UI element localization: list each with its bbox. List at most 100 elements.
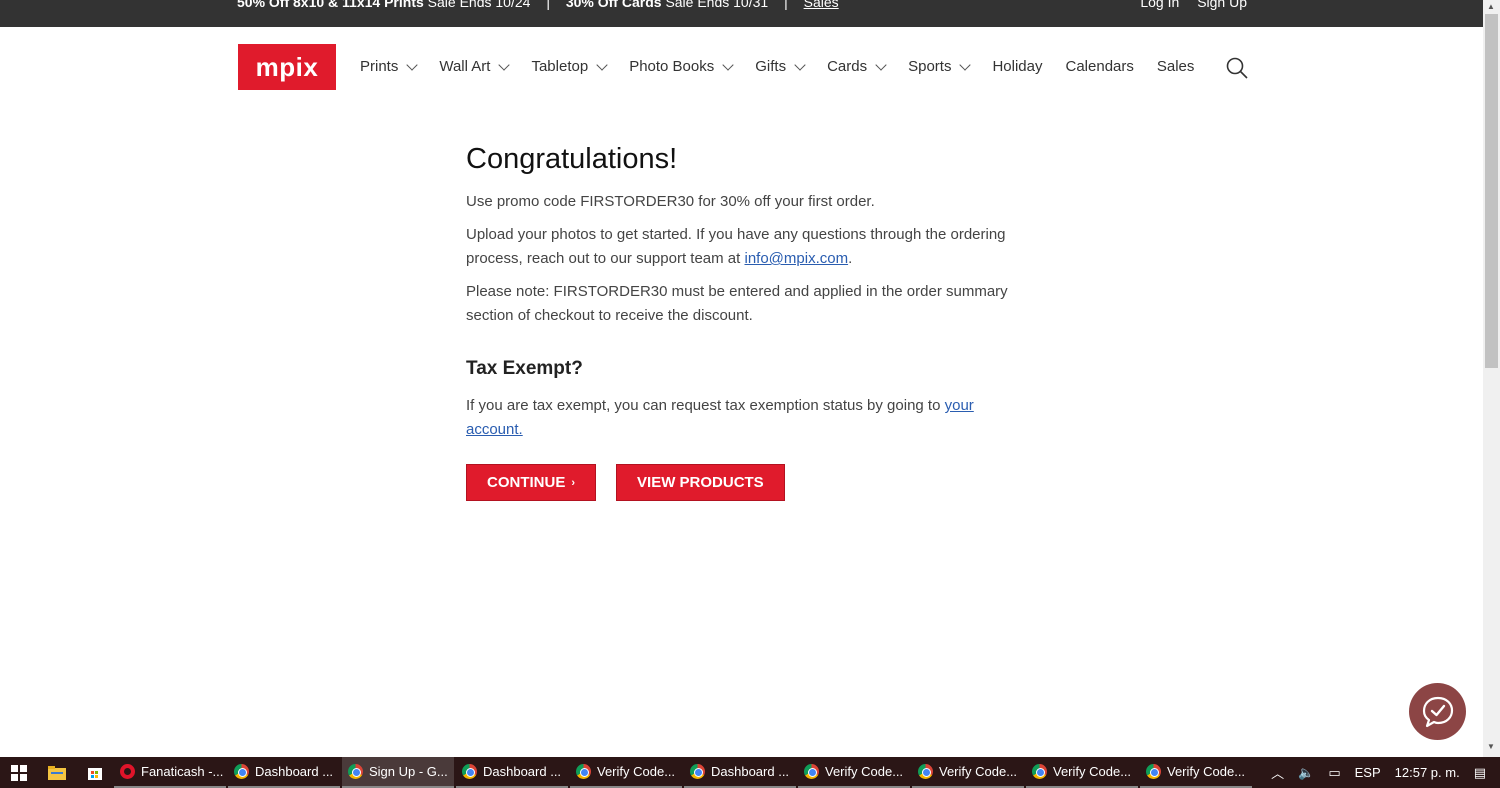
promo-code-text: Use promo code FIRSTORDER30 for 30% off …: [466, 193, 875, 210]
chevron-down-icon: [498, 58, 511, 71]
chrome-icon: [576, 764, 591, 779]
chrome-icon: [1032, 764, 1047, 779]
chevron-down-icon: [406, 58, 419, 71]
nav-label: Wall Art: [439, 58, 491, 75]
scroll-down-icon[interactable]: ▼: [1487, 742, 1495, 751]
nav-photo-books[interactable]: Photo Books: [629, 58, 734, 75]
chrome-icon: [918, 764, 933, 779]
main-nav: Prints Wall Art Tabletop Photo Books Gif…: [360, 58, 1194, 75]
taskbar-item[interactable]: Fanaticash -...: [114, 757, 226, 788]
taskbar-item[interactable]: Verify Code...: [912, 757, 1024, 788]
support-email-link[interactable]: info@mpix.com: [744, 250, 848, 267]
nav-label: Prints: [360, 58, 399, 75]
opera-icon: [120, 764, 135, 779]
chrome-icon: [348, 764, 363, 779]
system-tray: ︿ 🔈 ▭ ESP 12:57 p. m. ▤: [1271, 757, 1500, 788]
windows-start-icon[interactable]: [0, 757, 38, 788]
task-label: Verify Code...: [825, 764, 904, 779]
task-label: Verify Code...: [939, 764, 1018, 779]
chevron-down-icon: [794, 58, 806, 71]
tax-exempt-text: If you are tax exempt, you can request t…: [466, 394, 1026, 442]
nav-label: Sports: [908, 58, 952, 75]
volume-icon[interactable]: 🔈: [1298, 765, 1314, 781]
chevron-down-icon: [959, 58, 972, 71]
scrollbar-thumb[interactable]: [1485, 14, 1498, 368]
nav-holiday[interactable]: Holiday: [992, 58, 1042, 75]
note-text: Please note: FIRSTORDER30 must be entere…: [466, 283, 1008, 324]
taskbar-item-active[interactable]: Sign Up - G...: [342, 757, 454, 788]
promo-bar: 50% Off 8x10 & 11x14 Prints Sale Ends 10…: [0, 0, 1483, 27]
chrome-icon: [804, 764, 819, 779]
windows-taskbar: Fanaticash -... Dashboard ... Sign Up - …: [0, 757, 1500, 788]
nav-sales[interactable]: Sales: [1157, 58, 1195, 75]
view-products-label: VIEW PRODUCTS: [637, 474, 764, 491]
chat-button[interactable]: [1409, 683, 1466, 740]
nav-label: Gifts: [755, 58, 787, 75]
mpix-logo[interactable]: mpix: [238, 44, 336, 90]
file-explorer-icon[interactable]: [38, 757, 76, 788]
nav-wall-art[interactable]: Wall Art: [439, 58, 511, 75]
chevron-right-icon: ›: [571, 476, 576, 489]
nav-prints[interactable]: Prints: [360, 58, 419, 75]
nav-label: Calendars: [1065, 58, 1134, 75]
sales-link[interactable]: Sales: [804, 0, 839, 10]
taskbar-item[interactable]: Dashboard ...: [228, 757, 340, 788]
main-content: Congratulations! Use promo code FIRSTORD…: [466, 143, 1026, 501]
page-title: Congratulations!: [466, 143, 678, 175]
nav-tabletop[interactable]: Tabletop: [531, 58, 608, 75]
promo-text: 50% Off 8x10 & 11x14 Prints Sale Ends 10…: [237, 0, 839, 10]
continue-button[interactable]: CONTINUE ›: [466, 464, 597, 501]
scroll-up-icon[interactable]: ▲: [1487, 2, 1495, 11]
tax-text-before: If you are tax exempt, you can request t…: [466, 397, 945, 414]
taskbar-item[interactable]: Dashboard ...: [684, 757, 796, 788]
network-icon[interactable]: ▭: [1328, 765, 1340, 781]
chat-bubble-icon: [1422, 696, 1453, 727]
taskbar-item[interactable]: Verify Code...: [798, 757, 910, 788]
offer2-rest: Sale Ends 10/31: [665, 0, 769, 10]
nav-label: Photo Books: [629, 58, 715, 75]
tax-exempt-heading: Tax Exempt?: [466, 358, 583, 379]
clock[interactable]: 12:57 p. m.: [1395, 765, 1460, 780]
taskbar-item[interactable]: Dashboard ...: [456, 757, 568, 788]
task-label: Dashboard ...: [255, 764, 334, 779]
task-label: Verify Code...: [597, 764, 676, 779]
upload-text-after: .: [848, 250, 853, 267]
nav-sports[interactable]: Sports: [908, 58, 972, 75]
task-label: Verify Code...: [1167, 764, 1246, 779]
language-indicator[interactable]: ESP: [1355, 765, 1381, 780]
nav-gifts[interactable]: Gifts: [755, 58, 806, 75]
upload-text-before: Upload your photos to get started. If yo…: [466, 226, 1006, 267]
chrome-icon: [690, 764, 705, 779]
promo-separator-2: |: [784, 0, 788, 10]
login-link[interactable]: Log In: [1140, 0, 1179, 10]
task-label: Fanaticash -...: [141, 764, 224, 779]
nav-label: Holiday: [992, 58, 1043, 75]
chevron-up-icon[interactable]: ︿: [1271, 763, 1284, 782]
offer2-bold: 30% Off Cards: [565, 0, 662, 10]
auth-links: Log In Sign Up: [1126, 0, 1247, 10]
store-icon[interactable]: [76, 757, 114, 788]
chevron-down-icon: [722, 58, 734, 71]
task-label: Verify Code...: [1053, 764, 1132, 779]
taskbar-item[interactable]: Verify Code...: [1140, 757, 1252, 788]
continue-label: CONTINUE: [487, 474, 566, 491]
chevron-down-icon: [596, 58, 608, 71]
signup-link[interactable]: Sign Up: [1197, 0, 1247, 10]
offer1-rest: Sale Ends 10/24: [427, 0, 531, 10]
taskbar-item[interactable]: Verify Code...: [570, 757, 682, 788]
chrome-icon: [1146, 764, 1161, 779]
chrome-icon: [234, 764, 249, 779]
nav-cards[interactable]: Cards: [827, 58, 887, 75]
nav-label: Cards: [827, 58, 868, 75]
nav-calendars[interactable]: Calendars: [1066, 58, 1134, 75]
view-products-button[interactable]: VIEW PRODUCTS: [616, 464, 785, 501]
page-scrollbar[interactable]: ▲ ▼: [1483, 0, 1500, 757]
search-icon[interactable]: [1226, 57, 1248, 79]
task-label: Dashboard ...: [711, 764, 790, 779]
promo-separator: |: [546, 0, 550, 10]
action-buttons: CONTINUE › VIEW PRODUCTS: [466, 464, 1026, 501]
chevron-down-icon: [875, 58, 887, 71]
notifications-icon[interactable]: ▤: [1474, 765, 1486, 781]
site-header: mpix Prints Wall Art Tabletop Photo Book…: [0, 27, 1483, 107]
taskbar-item[interactable]: Verify Code...: [1026, 757, 1138, 788]
